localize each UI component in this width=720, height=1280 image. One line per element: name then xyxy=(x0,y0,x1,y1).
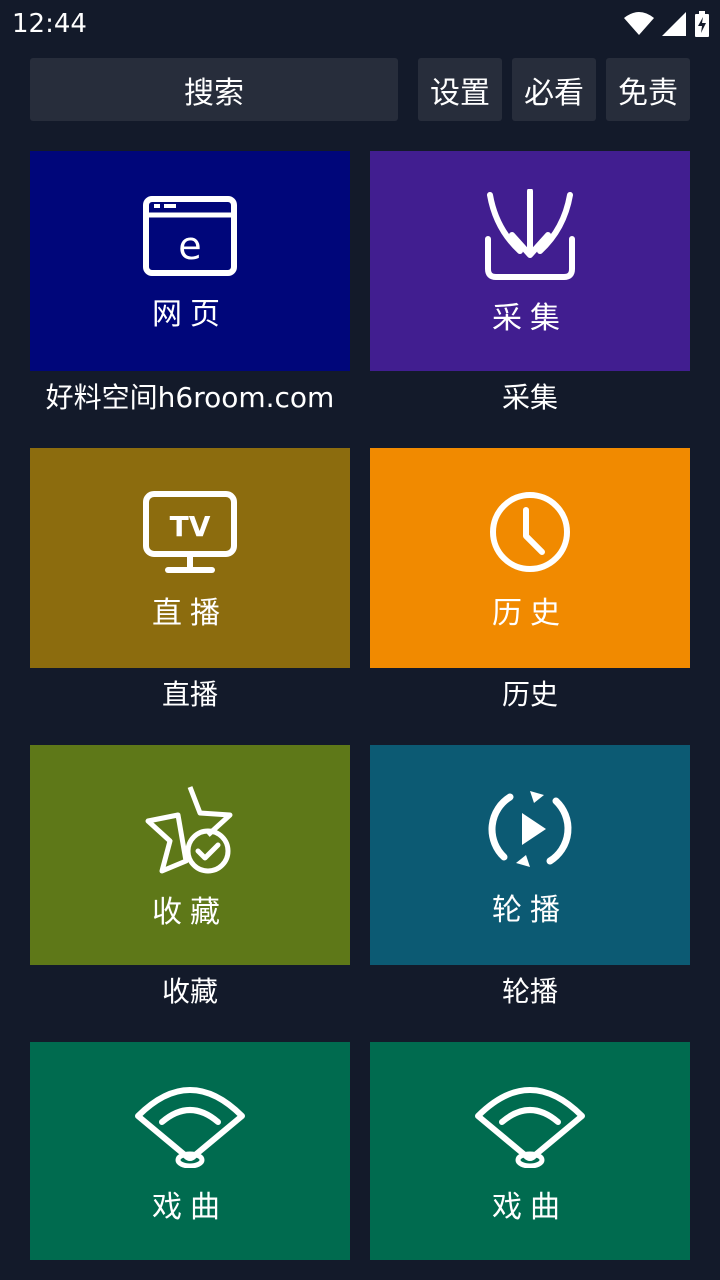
tile-label: 轮播 xyxy=(492,893,568,928)
tile-live[interactable]: TV 直播 xyxy=(30,448,350,668)
tile-caption-carousel[interactable]: 轮播 xyxy=(370,972,690,1012)
tile-caption-webpage[interactable]: 好料空间h6room.com xyxy=(30,378,350,418)
fan-icon xyxy=(135,1087,245,1168)
tile-background: TV xyxy=(30,448,350,598)
tile-caption-live[interactable]: 直播 xyxy=(30,675,350,715)
search-button[interactable]: 搜索 xyxy=(30,58,398,121)
tile-background: e xyxy=(30,151,350,301)
download-collect-icon xyxy=(485,189,575,280)
tile-label: 收藏 xyxy=(152,895,228,930)
tile-carousel[interactable]: 轮播 xyxy=(370,745,690,965)
tile-history[interactable]: 历史 xyxy=(370,448,690,668)
tile-label: 戏曲 xyxy=(492,1190,568,1225)
cell-signal-icon xyxy=(662,12,686,36)
tile-opera-2[interactable]: 戏曲 xyxy=(370,1042,690,1260)
status-icons xyxy=(624,10,710,38)
tile-background xyxy=(370,745,690,895)
tile-label: 采集 xyxy=(492,301,568,336)
tile-background xyxy=(370,151,690,301)
tv-icon: TV xyxy=(143,491,237,573)
tile-label: 历史 xyxy=(492,596,568,631)
tile-label: 网页 xyxy=(152,297,228,332)
status-time: 12:44 xyxy=(12,9,87,39)
tile-caption-collect[interactable]: 采集 xyxy=(370,378,690,418)
wifi-icon xyxy=(624,12,654,35)
disclaimer-button[interactable]: 免责 xyxy=(606,58,690,121)
browser-icon: e xyxy=(143,196,237,276)
tile-opera[interactable]: 戏曲 xyxy=(30,1042,350,1260)
tile-caption-favorites[interactable]: 收藏 xyxy=(30,972,350,1012)
tile-webpage[interactable]: e 网页 xyxy=(30,151,350,371)
fan-icon xyxy=(475,1087,585,1168)
star-check-icon xyxy=(145,786,233,874)
tile-label: 戏曲 xyxy=(152,1190,228,1225)
tile-label: 直播 xyxy=(152,596,228,631)
clock-icon xyxy=(490,492,570,572)
tile-favorites[interactable]: 收藏 xyxy=(30,745,350,965)
must-watch-button[interactable]: 必看 xyxy=(512,58,596,121)
tile-background xyxy=(370,1042,690,1192)
battery-icon xyxy=(695,11,709,37)
settings-button[interactable]: 设置 xyxy=(418,58,502,121)
browser-icon-glyph: e xyxy=(178,224,201,268)
tv-icon-glyph: TV xyxy=(170,510,211,543)
tile-caption-history[interactable]: 历史 xyxy=(370,675,690,715)
status-bar: 12:44 xyxy=(0,0,720,48)
carousel-play-icon xyxy=(488,791,572,867)
tile-background xyxy=(30,745,350,895)
tile-background xyxy=(30,1042,350,1192)
top-bar: 搜索 设置 必看 免责 xyxy=(0,58,720,122)
tile-background xyxy=(370,448,690,598)
tile-collect[interactable]: 采集 xyxy=(370,151,690,371)
